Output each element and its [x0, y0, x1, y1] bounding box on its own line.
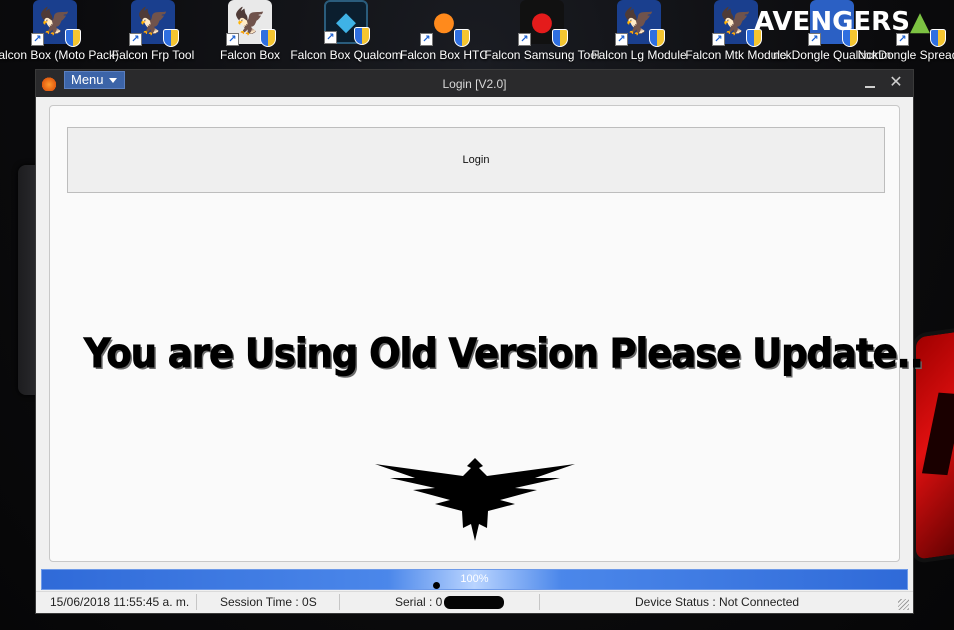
- uac-shield-icon: [842, 29, 858, 47]
- falcon-box-icon: 🦅 ↗: [712, 0, 762, 47]
- desktop-shortcut-nckdongle-spreadtrum[interactable]: ▲↗ NckDongle Spreadtrum: [858, 0, 954, 70]
- login-window: Menu Login [V2.0] ✕ Login You are Using …: [35, 69, 925, 614]
- desktop-shortcut-falcon-box-moto[interactable]: 🦅 ↗ Falcon Box (Moto Pack): [0, 0, 119, 70]
- status-session-time: Session Time : 0S: [220, 595, 317, 609]
- uac-shield-icon: [930, 29, 946, 47]
- desktop-shortcut-label: Falcon Box: [219, 48, 281, 62]
- desktop-shortcut-label: Falcon Mtk Module: [685, 48, 787, 62]
- status-serial-label: Serial : 0: [395, 595, 443, 609]
- status-serial: Serial : 0: [395, 595, 505, 610]
- desktop-shortcut-label: Falcon Box (Moto Pack): [0, 48, 120, 62]
- status-device: Device Status : Not Connected: [635, 595, 800, 609]
- status-datetime: 15/06/2018 11:55:45 a. m.: [50, 595, 190, 609]
- desktop-shortcut-label: Falcon Samsung Tool: [484, 48, 600, 62]
- desktop-shortcut-falcon-lg-module[interactable]: 🦅 ↗ Falcon Lg Module: [591, 0, 687, 70]
- title-bar[interactable]: Menu Login [V2.0] ✕: [36, 70, 913, 97]
- angry-bird-icon: ● ↗: [518, 0, 568, 47]
- desktop-shortcut-label: Falcon Lg Module: [591, 48, 687, 62]
- desktop-shortcut-label: Falcon Box HTC: [399, 48, 489, 62]
- resize-grip-icon[interactable]: [898, 599, 909, 610]
- desktop-shortcut-label: Falcon Box Qualcom: [290, 48, 402, 62]
- progress-label: 100%: [460, 573, 489, 585]
- desktop-shortcut-label: NckDongle Spreadtrum: [857, 48, 954, 62]
- falcon-box-icon: 🦅 ↗: [129, 0, 179, 47]
- serial-redaction: [444, 596, 505, 610]
- falcon-box-icon: 🦅 ↗: [615, 0, 665, 47]
- uac-shield-icon: [454, 29, 470, 47]
- uac-shield-icon: [65, 29, 81, 47]
- falcon-atlanta-icon: 🦅 ↗: [226, 0, 276, 47]
- uac-shield-icon: [260, 29, 276, 47]
- uac-shield-icon: [649, 29, 665, 47]
- desktop-shortcut-falcon-frp-tool[interactable]: 🦅 ↗ Falcon Frp Tool: [105, 0, 201, 70]
- close-button[interactable]: ✕: [887, 74, 905, 92]
- status-separator: [339, 594, 340, 610]
- desktop-icons: 🦅 ↗ Falcon Box (Moto Pack) 🦅 ↗ Falcon Frp …: [0, 0, 954, 70]
- login-button[interactable]: Login: [67, 127, 885, 193]
- desktop-shortcut-falcon-box-qualcom[interactable]: ◆ ↗ Falcon Box Qualcom: [290, 0, 402, 70]
- minimize-button[interactable]: [862, 74, 880, 92]
- desktop-shortcut-falcon-box-htc[interactable]: ● ↗ Falcon Box HTC: [396, 0, 492, 70]
- uac-shield-icon: [354, 27, 370, 45]
- status-separator: [196, 594, 197, 610]
- htc-bird-icon: ● ↗: [420, 0, 470, 47]
- falcon-box-icon: 🦅 ↗: [31, 0, 81, 47]
- content-panel: Login You are Using Old Version Please U…: [49, 105, 925, 562]
- uac-shield-icon: [552, 29, 568, 47]
- android-icon: ▲ ↗: [896, 0, 946, 47]
- window-title: Login [V2.0]: [442, 77, 507, 91]
- avengers-icon: AVENGERS ↗: [754, 0, 910, 47]
- desktop-shortcut-label: Falcon Frp Tool: [111, 48, 195, 62]
- progress-bar: 100%: [41, 569, 908, 590]
- mouse-cursor: [433, 582, 440, 589]
- status-separator: [539, 594, 540, 610]
- status-bar: 15/06/2018 11:55:45 a. m. Session Time :…: [36, 591, 913, 613]
- eagle-logo-icon: [375, 458, 575, 541]
- uac-shield-icon: [163, 29, 179, 47]
- desktop-shortcut-falcon-samsung-tool[interactable]: ● ↗ Falcon Samsung Tool: [484, 0, 600, 70]
- update-message: You are Using Old Version Please Update.…: [84, 331, 925, 378]
- qualcomm-icon: ◆ ↗: [324, 0, 370, 45]
- desktop-shortcut-falcon-box[interactable]: 🦅 ↗ Falcon Box: [202, 0, 298, 70]
